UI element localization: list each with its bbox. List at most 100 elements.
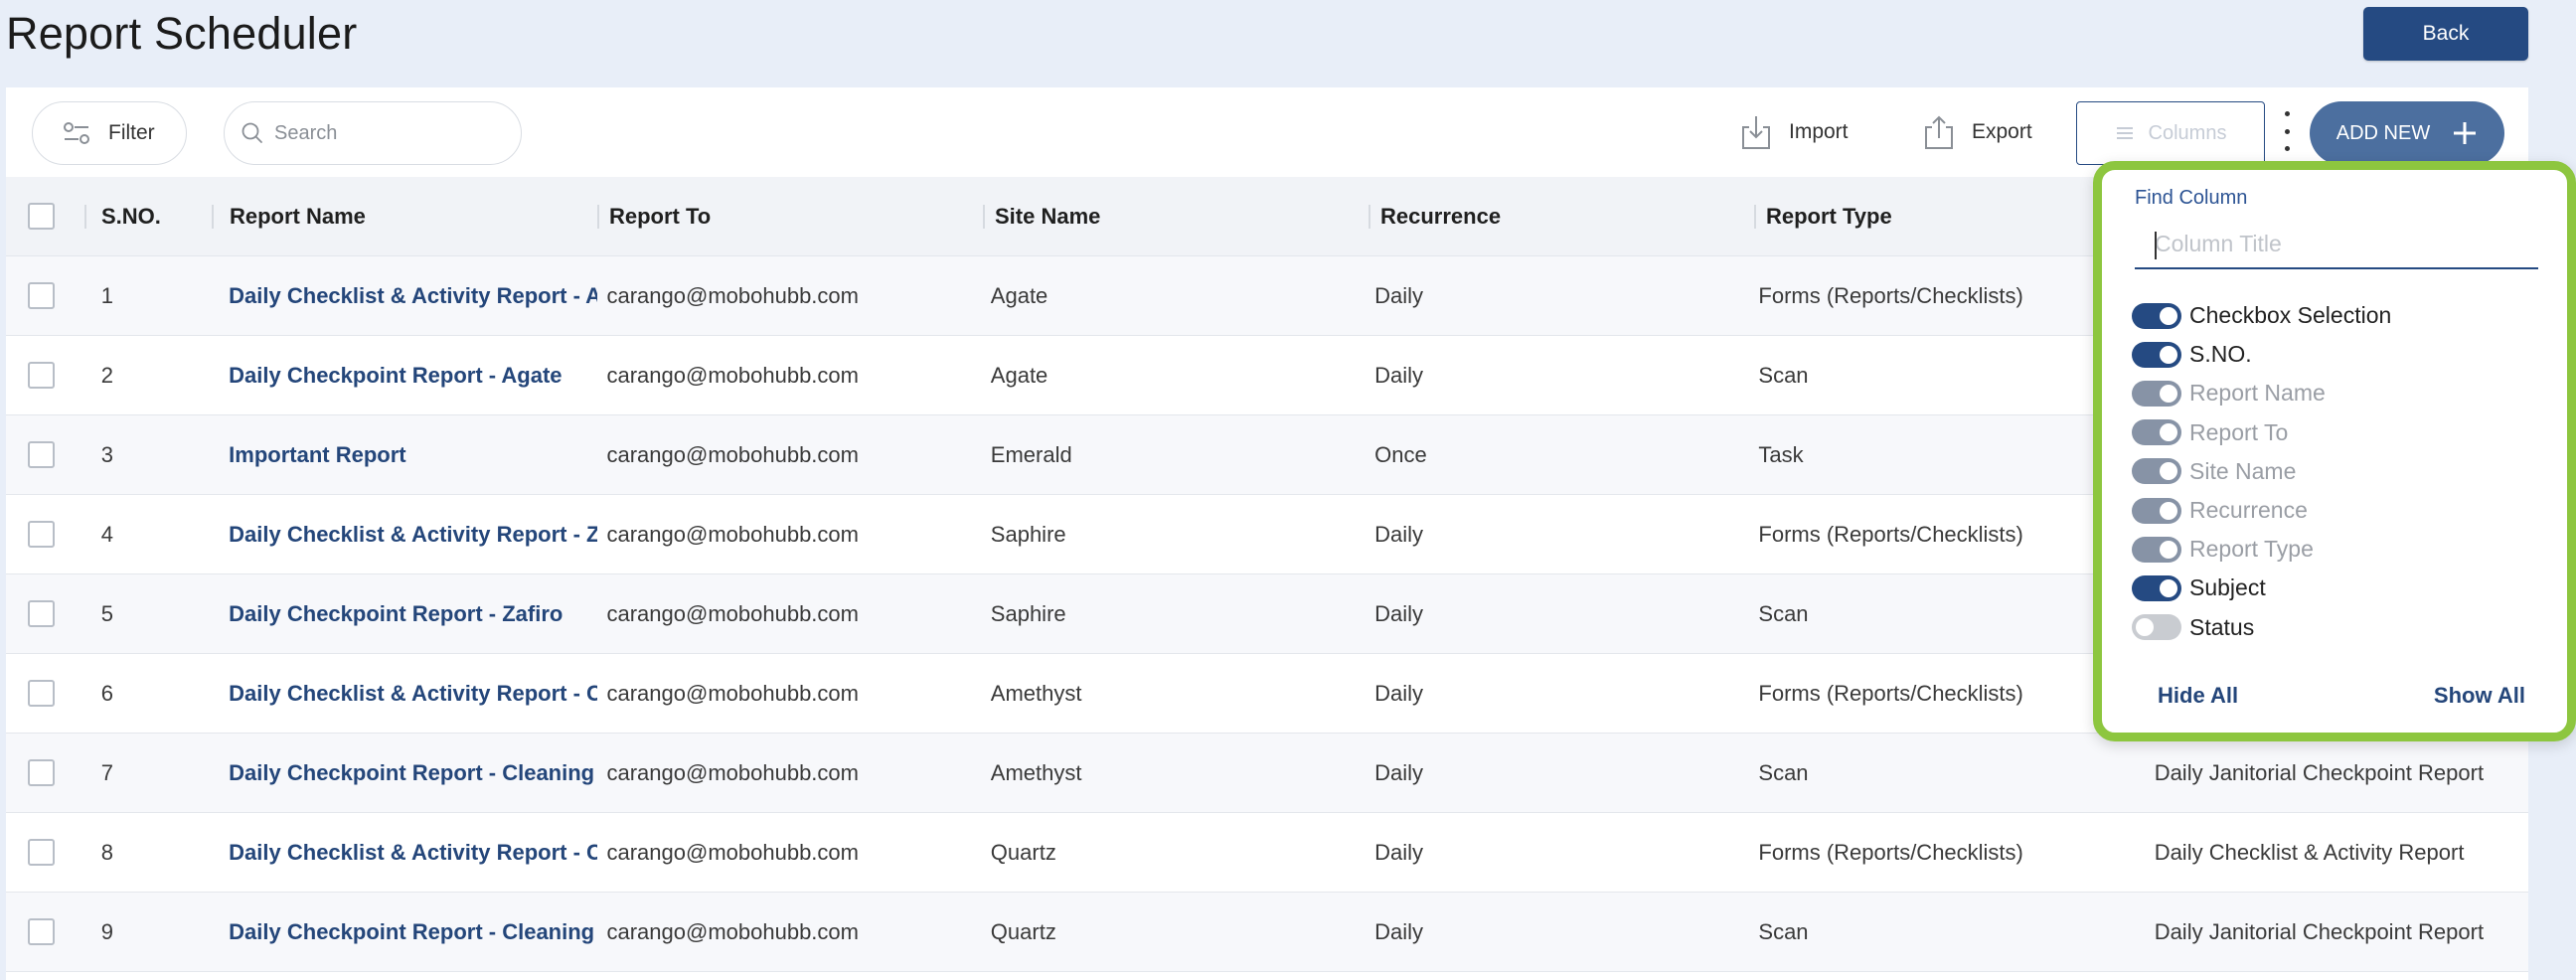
upload-icon <box>1925 115 1953 149</box>
column-toggle-row[interactable]: S.NO. <box>2132 335 2391 374</box>
column-toggle-row: Site Name <box>2132 452 2391 491</box>
cell-recurrence: Daily <box>1374 521 1423 547</box>
column-toggle-row: Report To <box>2132 413 2391 452</box>
cell-recurrence: Daily <box>1374 918 1423 944</box>
cell-site-name: Agate <box>990 282 1048 308</box>
table-row[interactable]: 8 Daily Checklist & Activity Report - C ca… <box>6 813 2528 893</box>
cell-report-to: carango@mobohubb.com <box>606 521 859 547</box>
cell-report-type: Task <box>1758 441 1804 467</box>
cell-report-name-link[interactable]: Daily Checkpoint Report - Cleaning <box>213 734 596 812</box>
add-new-button[interactable]: ADD NEW <box>2310 101 2504 165</box>
row-checkbox-cell <box>6 495 86 573</box>
toggle-switch <box>2132 458 2181 485</box>
toggle-switch[interactable] <box>2132 574 2181 601</box>
cell-report-name-link[interactable]: Daily Checklist & Activity Report - C <box>213 654 596 733</box>
cell-recurrence: Daily <box>1374 600 1423 626</box>
column-toggle-row[interactable]: Subject <box>2132 569 2391 607</box>
cell-site-name: Quartz <box>990 839 1056 865</box>
header-report-to[interactable]: Report To <box>599 177 985 255</box>
column-toggle-label: Site Name <box>2189 457 2297 484</box>
column-toggle-label: Status <box>2189 613 2255 640</box>
cell-report-to: carango@mobohubb.com <box>606 362 859 388</box>
cell-report-to: carango@mobohubb.com <box>606 918 859 944</box>
toggle-switch[interactable] <box>2132 302 2181 329</box>
row-checkbox[interactable] <box>27 282 55 309</box>
cell-recurrence: Daily <box>1374 759 1423 785</box>
import-label: Import <box>1789 120 1849 143</box>
cell-report-name-link[interactable]: Daily Checkpoint Report - Agate <box>213 336 596 414</box>
column-toggle-row[interactable]: Status <box>2132 608 2391 647</box>
filter-label: Filter <box>108 121 155 144</box>
header-report-name[interactable]: Report Name <box>214 177 599 255</box>
back-button[interactable]: Back <box>2363 7 2528 61</box>
sliders-icon <box>64 122 89 144</box>
column-toggle-row: Recurrence <box>2132 491 2391 530</box>
cell-site-name: Amethyst <box>990 759 1082 785</box>
header-sno[interactable]: S.NO. <box>86 177 214 255</box>
search-box[interactable] <box>224 101 522 165</box>
toggle-switch[interactable] <box>2132 614 2181 641</box>
row-checkbox-cell <box>6 893 86 971</box>
cell-report-to: carango@mobohubb.com <box>606 441 859 467</box>
toggle-switch <box>2132 380 2181 407</box>
cell-sno: 2 <box>100 362 113 388</box>
kebab-icon[interactable] <box>2280 111 2294 151</box>
column-toggle-row: Report Name <box>2132 374 2391 412</box>
header-site-name[interactable]: Site Name <box>985 177 1370 255</box>
cell-sno: 4 <box>100 521 113 547</box>
cell-subject: Daily Checklist & Activity Report <box>2154 839 2465 865</box>
row-checkbox[interactable] <box>27 441 55 468</box>
table-row[interactable]: 7 Daily Checkpoint Report - Cleaning caran… <box>6 734 2528 813</box>
search-input[interactable] <box>274 121 493 145</box>
cell-report-name-link[interactable]: Important Report <box>213 415 596 494</box>
row-checkbox[interactable] <box>27 680 55 707</box>
search-icon <box>242 122 262 143</box>
cell-recurrence: Daily <box>1374 680 1423 706</box>
toggle-switch[interactable] <box>2132 341 2181 368</box>
cell-site-name: Amethyst <box>990 680 1082 706</box>
import-button[interactable]: Import <box>1739 113 1849 151</box>
cell-site-name: Emerald <box>990 441 1072 467</box>
header-recurrence[interactable]: Recurrence <box>1370 177 1756 255</box>
row-checkbox[interactable] <box>27 759 55 786</box>
cell-report-name-link[interactable]: Daily Checkpoint Report - Cleaning <box>213 893 596 971</box>
column-toggle-row: Report Type <box>2132 530 2391 569</box>
column-toggle-label: Report Type <box>2189 536 2314 563</box>
cell-report-type: Forms (Reports/Checklists) <box>1758 680 2023 706</box>
row-checkbox[interactable] <box>27 600 55 627</box>
cell-report-name-link[interactable]: Daily Checkpoint Report - Zafiro <box>213 574 596 653</box>
cell-report-to: carango@mobohubb.com <box>606 680 859 706</box>
row-checkbox-cell <box>6 654 86 733</box>
header-report-type[interactable]: Report Type <box>1756 177 2142 255</box>
toggle-switch <box>2132 419 2181 446</box>
text-cursor <box>2155 232 2157 259</box>
column-toggle-label: S.NO. <box>2189 341 2252 368</box>
show-all-button[interactable]: Show All <box>2434 683 2525 709</box>
table-row[interactable]: 9 Daily Checkpoint Report - Cleaning caran… <box>6 893 2528 972</box>
columns-icon <box>2116 127 2133 139</box>
add-new-label: ADD NEW <box>2335 121 2431 144</box>
plus-icon <box>2454 122 2477 144</box>
row-checkbox[interactable] <box>27 521 55 548</box>
column-toggle-row[interactable]: Checkbox Selection <box>2132 296 2391 335</box>
row-checkbox[interactable] <box>27 362 55 389</box>
column-toggle-label: Report Name <box>2189 380 2326 407</box>
cell-report-type: Scan <box>1758 362 1809 388</box>
cell-report-name-link[interactable]: Daily Checklist & Activity Report - C <box>213 813 596 892</box>
export-button[interactable]: Export <box>1922 113 2032 151</box>
cell-site-name: Agate <box>990 362 1048 388</box>
columns-label: Columns <box>2148 121 2227 144</box>
cell-recurrence: Daily <box>1374 362 1423 388</box>
find-column-input[interactable] <box>2135 220 2538 269</box>
cell-report-to: carango@mobohubb.com <box>606 282 859 308</box>
filter-button[interactable]: Filter <box>32 101 187 165</box>
row-checkbox[interactable] <box>27 918 55 945</box>
columns-button[interactable]: Columns <box>2076 101 2265 165</box>
cell-sno: 8 <box>100 839 113 865</box>
cell-report-name-link[interactable]: Daily Checklist & Activity Report - A <box>213 256 596 335</box>
select-all-checkbox[interactable] <box>28 203 55 230</box>
cell-sno: 6 <box>100 680 113 706</box>
row-checkbox[interactable] <box>27 839 55 866</box>
hide-all-button[interactable]: Hide All <box>2158 683 2238 709</box>
cell-report-name-link[interactable]: Daily Checklist & Activity Report - Z <box>213 495 596 573</box>
